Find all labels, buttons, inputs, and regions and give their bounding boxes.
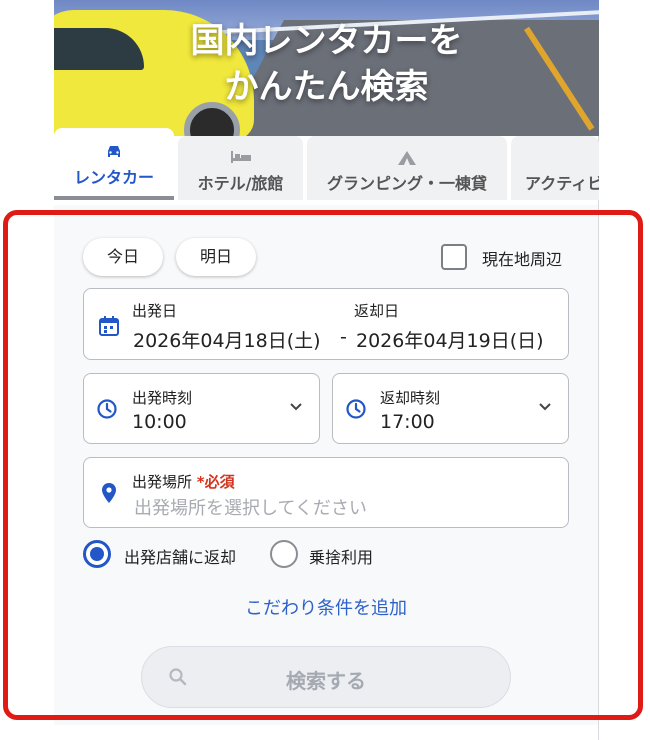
calendar-icon <box>99 316 119 336</box>
return-same-store-radio[interactable] <box>83 540 111 568</box>
one-way-label: 乗捨利用 <box>309 548 374 567</box>
hero-title: 国内レンタカーを かんたん検索 <box>190 21 463 107</box>
nearby-checkbox[interactable] <box>441 244 467 270</box>
tab-label: アクティビ <box>525 174 599 193</box>
add-conditions-link[interactable]: こだわり条件を追加 <box>54 594 598 620</box>
departure-time-value: 10:00 <box>132 411 187 433</box>
return-time-select[interactable]: 返却時刻 17:00 <box>332 373 569 444</box>
tab-label: ホテル/旅館 <box>197 174 284 193</box>
today-button[interactable]: 今日 <box>83 238 164 276</box>
departure-location-field[interactable]: 出発場所 *必須 出発場所を選択してください <box>83 457 569 528</box>
car-icon <box>54 144 174 162</box>
search-button[interactable]: 検索する <box>141 646 511 708</box>
tent-icon <box>307 150 507 168</box>
location-placeholder: 出発場所を選択してください <box>134 498 367 519</box>
clock-icon <box>97 399 117 419</box>
return-date-label: 返却日 <box>354 302 400 320</box>
location-label-text: 出発場所 <box>132 473 193 491</box>
return-date-value: 2026年04月19日(日) <box>356 330 544 352</box>
chevron-down-icon <box>290 403 302 411</box>
bed-icon <box>178 150 303 168</box>
tab-glamping[interactable]: グランピング・一棟貸 <box>307 136 507 200</box>
tab-activity[interactable]: アクティビ <box>511 136 599 200</box>
departure-time-select[interactable]: 出発時刻 10:00 <box>83 373 320 444</box>
return-time-value: 17:00 <box>380 411 435 433</box>
return-time-label: 返却時刻 <box>380 389 441 407</box>
chevron-down-icon <box>539 403 551 411</box>
one-way-radio[interactable] <box>270 540 298 568</box>
left-margin <box>0 0 54 740</box>
departure-location-label: 出発場所 *必須 <box>132 471 235 492</box>
tab-hotel[interactable]: ホテル/旅館 <box>178 136 303 200</box>
location-pin-icon <box>102 483 116 503</box>
date-separator: - <box>340 326 347 348</box>
required-mark: *必須 <box>196 473 235 491</box>
tab-rental-car[interactable]: レンタカー <box>54 128 174 200</box>
tab-label: レンタカー <box>73 168 154 187</box>
category-tabs: レンタカー ホテル/旅館 グランピング・一棟貸 アクティビ <box>54 128 599 204</box>
departure-date-label: 出発日 <box>132 302 178 320</box>
activity-icon <box>511 150 599 168</box>
right-margin <box>599 0 650 740</box>
clock-icon <box>346 399 366 419</box>
departure-time-label: 出発時刻 <box>132 389 193 407</box>
date-range-field[interactable]: 出発日 2026年04月18日(土) - 返却日 2026年04月19日(日) <box>83 288 569 360</box>
search-button-label: 検索する <box>286 669 366 693</box>
tab-label: グランピング・一棟貸 <box>326 174 487 193</box>
return-same-store-label: 出発店舗に返却 <box>124 548 237 567</box>
departure-date-value: 2026年04月18日(土) <box>133 330 321 352</box>
nearby-label: 現在地周辺 <box>482 250 563 269</box>
hero-banner: 国内レンタカーを かんたん検索 <box>54 0 599 136</box>
tomorrow-button[interactable]: 明日 <box>176 238 257 276</box>
